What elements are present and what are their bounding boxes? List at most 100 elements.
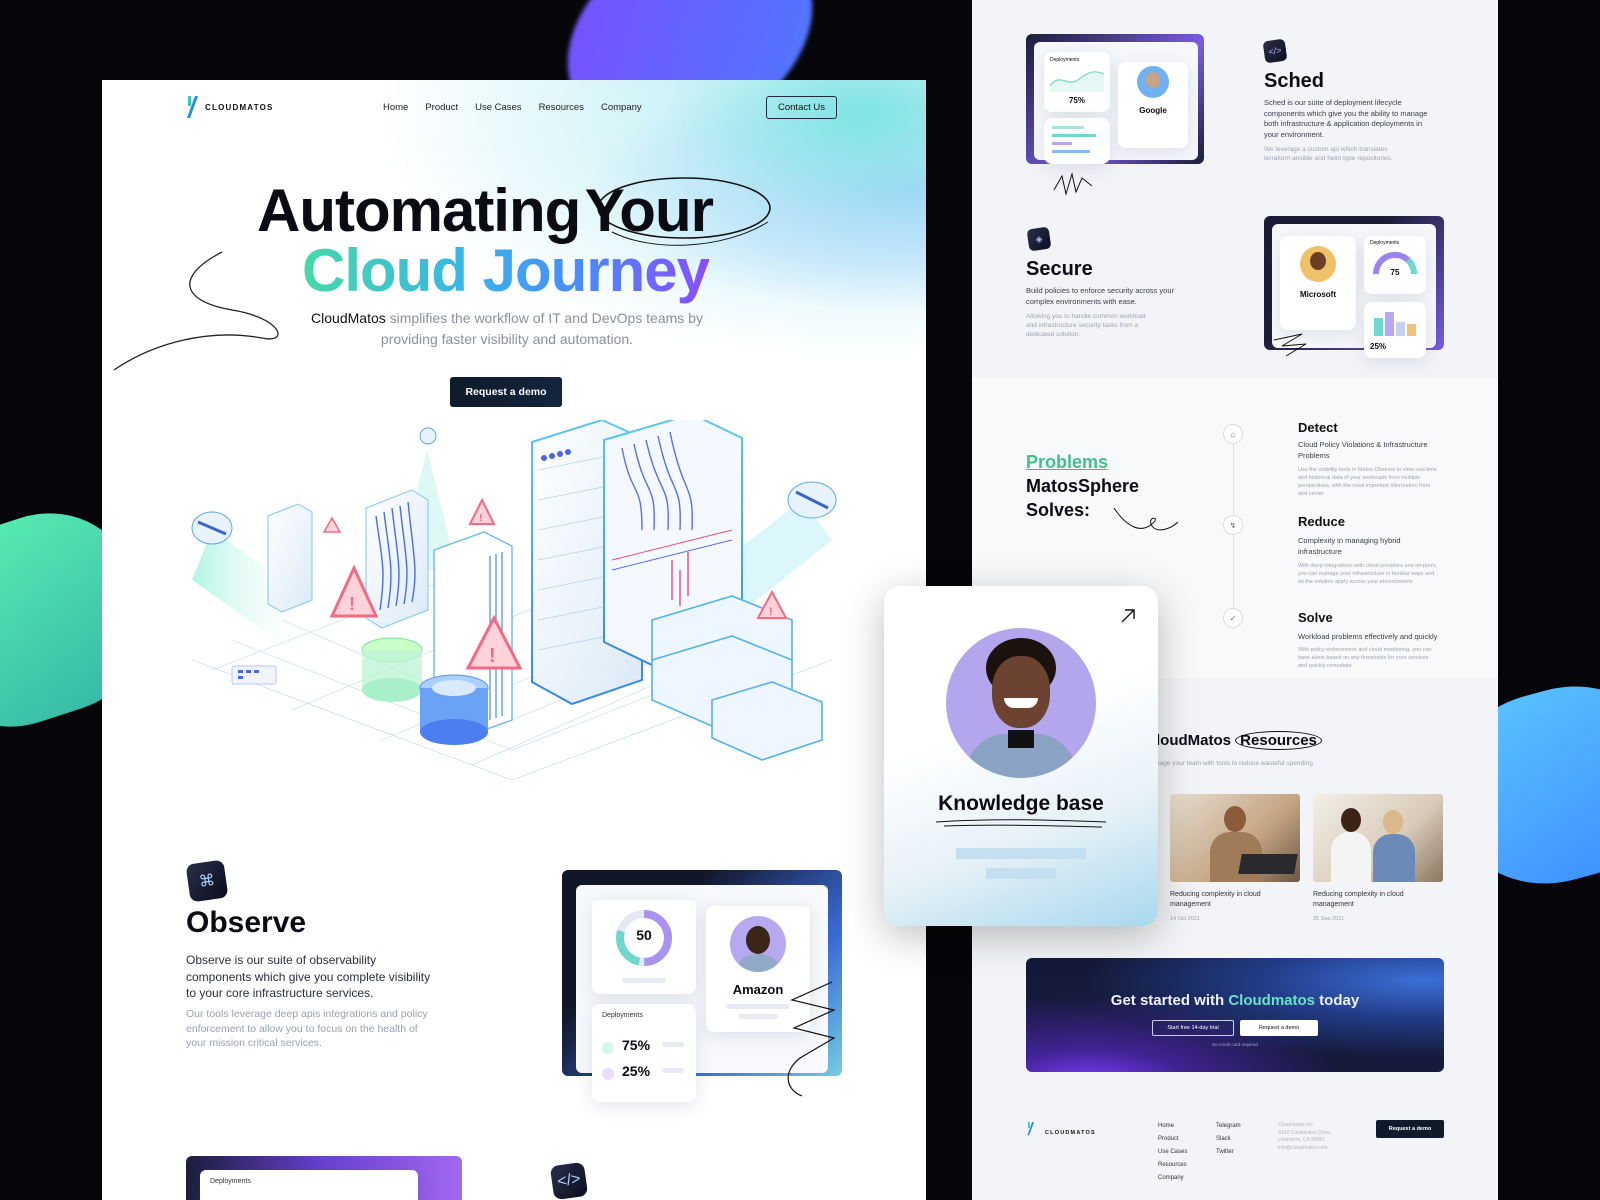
footer-address-line: Livermore, CA 94551 bbox=[1278, 1137, 1325, 1143]
placeholder-bar bbox=[986, 868, 1056, 879]
main-nav: Home Product Use Cases Resources Company bbox=[383, 102, 642, 113]
stat-dot-icon bbox=[602, 1068, 614, 1080]
avatar bbox=[730, 916, 786, 972]
cta-title: Get started with Cloudmatos today bbox=[1026, 992, 1444, 1009]
code-icon: </> bbox=[1262, 38, 1288, 64]
resource-post-1-image[interactable] bbox=[1170, 794, 1300, 882]
svg-text:!: ! bbox=[769, 606, 773, 618]
logo-icon bbox=[186, 96, 200, 118]
resources-title: loudMatos Resources bbox=[1156, 731, 1322, 750]
cta-note: No credit card required bbox=[1212, 1042, 1258, 1047]
footer-address-line: 3142 Constitution Drive, bbox=[1278, 1129, 1332, 1136]
resource-post-2-title[interactable]: Reducing complexity in cloud management bbox=[1313, 890, 1443, 910]
gauge-value: 75 bbox=[1390, 268, 1400, 277]
deployments-label: Deployments bbox=[602, 1012, 643, 1019]
binoculars-icon: ⌘ bbox=[185, 859, 229, 903]
deployments-label: Deployments bbox=[1050, 57, 1080, 63]
footer-nav-col: Home Product Use Cases Resources Company bbox=[1158, 1120, 1187, 1185]
underline-scribble-decoration bbox=[935, 819, 1107, 828]
footer-social-col: Telegram Slack Twitter bbox=[1216, 1120, 1241, 1159]
step-solve-desc: With policy enforcement and cloud monito… bbox=[1298, 647, 1432, 669]
svg-text:!: ! bbox=[349, 594, 355, 614]
loop-scribble-decoration bbox=[113, 251, 279, 371]
problems-heading-line2: MatosSphere bbox=[1026, 476, 1140, 496]
footer-request-demo-button[interactable]: Request a demo bbox=[1376, 1120, 1444, 1138]
footer-link-product[interactable]: Product bbox=[1158, 1133, 1187, 1146]
footer-link-resources[interactable]: Resources bbox=[1158, 1159, 1187, 1172]
nav-company[interactable]: Company bbox=[601, 102, 642, 113]
logo-icon bbox=[1027, 1122, 1035, 1136]
scribble-decoration bbox=[1053, 172, 1093, 196]
bar-stat: 25% bbox=[1370, 342, 1387, 351]
hero-subtitle: CloudMatos simplifies the workflow of IT… bbox=[302, 308, 712, 350]
footer-link-company[interactable]: Company bbox=[1158, 1172, 1187, 1185]
sched-description-secondary: We leverage a custom api which translate… bbox=[1264, 146, 1393, 162]
company-name: Microsoft bbox=[1300, 290, 1336, 299]
svg-text:!: ! bbox=[489, 645, 496, 667]
placeholder-bar bbox=[956, 848, 1086, 859]
placeholder-bar bbox=[662, 1042, 684, 1047]
contact-us-button[interactable]: Contact Us bbox=[766, 96, 837, 119]
avatar bbox=[946, 628, 1096, 778]
scribble-decoration bbox=[787, 981, 836, 1097]
company-name: Google bbox=[1139, 106, 1167, 115]
arrow-up-right-icon[interactable] bbox=[1120, 608, 1136, 624]
logo-text: CLOUDMATOS bbox=[205, 102, 274, 112]
reduce-icon: ↯ bbox=[1223, 515, 1243, 535]
resource-post-1-title[interactable]: Reducing complexity in cloud management bbox=[1170, 890, 1290, 910]
nav-resources[interactable]: Resources bbox=[539, 102, 584, 113]
nav-use-cases[interactable]: Use Cases bbox=[475, 102, 521, 113]
resources-title-brand: loudMatos bbox=[1156, 732, 1231, 749]
sparkline-chart bbox=[1050, 71, 1104, 92]
nav-product[interactable]: Product bbox=[425, 102, 458, 113]
cta-title-brand: Cloudmatos bbox=[1228, 992, 1315, 1009]
stat-dot-icon bbox=[602, 1042, 614, 1054]
secure-description-secondary: Allowing you to handle common workload a… bbox=[1026, 313, 1146, 338]
gauge-card: Deployments 75 bbox=[1364, 236, 1426, 294]
avatar bbox=[1137, 66, 1169, 98]
step-detect-title: Detect bbox=[1298, 420, 1338, 435]
donut-card: 50 bbox=[592, 900, 696, 994]
logo[interactable]: CLOUDMATOS bbox=[186, 96, 274, 118]
footer-email[interactable]: info@cloudmatos.com bbox=[1278, 1145, 1331, 1153]
problems-heading-line3: Solves: bbox=[1026, 500, 1091, 520]
hero-subtitle-text: simplifies the workflow of IT and DevOps… bbox=[380, 310, 703, 347]
hero-isometric-illustration: ! ! ! ! bbox=[191, 420, 837, 781]
step-reduce-sub: Complexity in managing hybrid infrastruc… bbox=[1298, 536, 1401, 556]
nav-home[interactable]: Home bbox=[383, 102, 408, 113]
start-trial-button[interactable]: Start free 14-day trial bbox=[1152, 1020, 1234, 1036]
footer-link-slack[interactable]: Slack bbox=[1216, 1133, 1241, 1146]
hero-subtitle-brand: CloudMatos bbox=[311, 310, 386, 326]
sched-stat: 75% bbox=[1068, 96, 1085, 105]
footer-link-telegram[interactable]: Telegram bbox=[1216, 1120, 1241, 1133]
resources-subtitle: nage your team with tools to reduce wast… bbox=[1156, 760, 1313, 767]
resource-post-2-image[interactable] bbox=[1313, 794, 1443, 882]
solve-icon: ✓ bbox=[1223, 608, 1243, 628]
knowledge-base-card[interactable]: Knowledge base bbox=[884, 586, 1158, 926]
sched-title: Sched bbox=[1264, 70, 1325, 92]
hero-title-word-automating: Automating bbox=[257, 177, 581, 244]
step-solve-sub: Workload problems effectively and quickl… bbox=[1298, 632, 1438, 641]
deployments-label: Deployments bbox=[1370, 240, 1400, 246]
sched-description: Sched is our suite of deployment lifecyc… bbox=[1264, 98, 1428, 139]
observe-description: Observe is our suite of observability co… bbox=[186, 953, 431, 1000]
step-solve-title: Solve bbox=[1298, 610, 1333, 625]
footer-link-use-cases[interactable]: Use Cases bbox=[1158, 1146, 1187, 1159]
footer-logo[interactable]: CLOUDMATOS bbox=[1027, 1122, 1096, 1144]
code-icon: </> bbox=[549, 1161, 589, 1200]
footer-address-line: Cloudmatos Inc. bbox=[1278, 1122, 1315, 1128]
detect-icon: ⌂ bbox=[1223, 424, 1243, 444]
footer-link-home[interactable]: Home bbox=[1158, 1120, 1187, 1133]
observe-title: Observe bbox=[186, 906, 307, 939]
hero-title-line2: Cloud Journey bbox=[302, 236, 710, 305]
step-detect-sub: Cloud Policy Violations & Infrastructure… bbox=[1298, 440, 1428, 460]
cta-request-demo-button[interactable]: Request a demo bbox=[1240, 1020, 1318, 1036]
next-deployments-card: Deployments bbox=[200, 1170, 418, 1200]
footer-link-twitter[interactable]: Twitter bbox=[1216, 1146, 1241, 1159]
cta-title-end: today bbox=[1315, 992, 1360, 1009]
hero-request-demo-button[interactable]: Request a demo bbox=[450, 377, 562, 407]
deploy-stat-2: 25% bbox=[622, 1063, 651, 1079]
bar-chart-card: 25% bbox=[1364, 302, 1426, 358]
step-detect-desc: Use the visibility tools in Matos Observ… bbox=[1298, 467, 1437, 497]
footer-address: Cloudmatos Inc. 3142 Constitution Drive,… bbox=[1278, 1122, 1331, 1152]
